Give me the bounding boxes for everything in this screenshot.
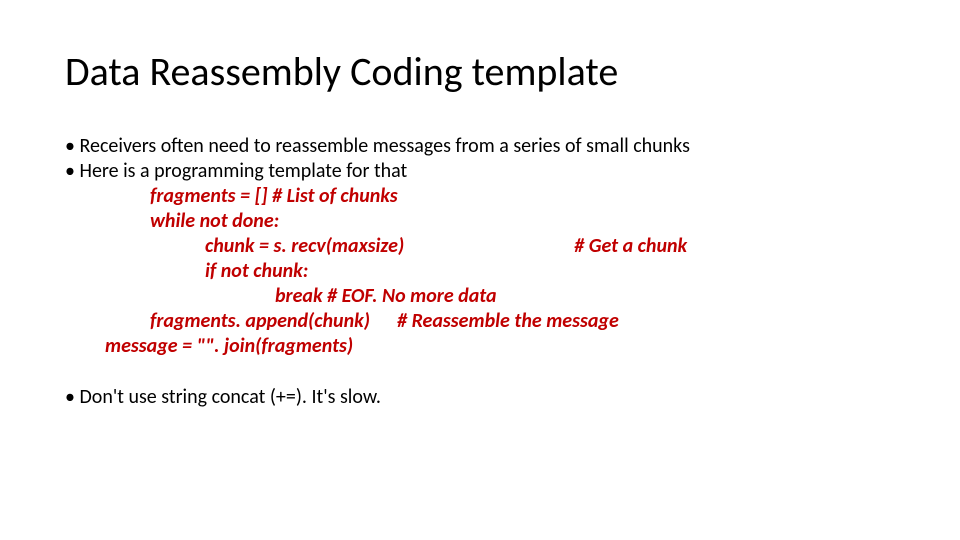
bullet-marker: •	[65, 385, 79, 409]
bullet-text: Here is a programming template for that	[79, 159, 407, 183]
code-line-4: if not chunk:	[150, 259, 895, 284]
bullet-marker: •	[65, 159, 79, 183]
code-line-2: while not done:	[150, 209, 895, 234]
code-line-3-stmt: chunk = s. recv(maxsize)	[205, 234, 404, 259]
bullet-item-3: • Don't use string concat (+=). It's slo…	[65, 385, 895, 410]
code-line-3: chunk = s. recv(maxsize) # Get a chunk	[150, 234, 895, 259]
code-line-7: message = "". join(fragments)	[105, 334, 895, 359]
code-line-5: break # EOF. No more data	[150, 284, 895, 309]
slide-title: Data Reassembly Coding template	[65, 50, 895, 94]
bullet-item-1: • Receivers often need to reassemble mes…	[65, 134, 895, 159]
bullet-marker: •	[65, 134, 79, 158]
code-line-1: fragments = [] # List of chunks	[150, 184, 895, 209]
code-line-6: fragments. append(chunk) # Reassemble th…	[150, 309, 895, 334]
bullet-text: Receivers often need to reassemble messa…	[79, 134, 689, 158]
code-block: fragments = [] # List of chunks while no…	[150, 184, 895, 359]
bullet-item-2: • Here is a programming template for tha…	[65, 159, 895, 184]
code-line-3-comment: # Get a chunk	[404, 234, 687, 259]
slide: Data Reassembly Coding template • Receiv…	[0, 0, 960, 540]
bullet-text: Don't use string concat (+=). It's slow.	[79, 385, 380, 409]
